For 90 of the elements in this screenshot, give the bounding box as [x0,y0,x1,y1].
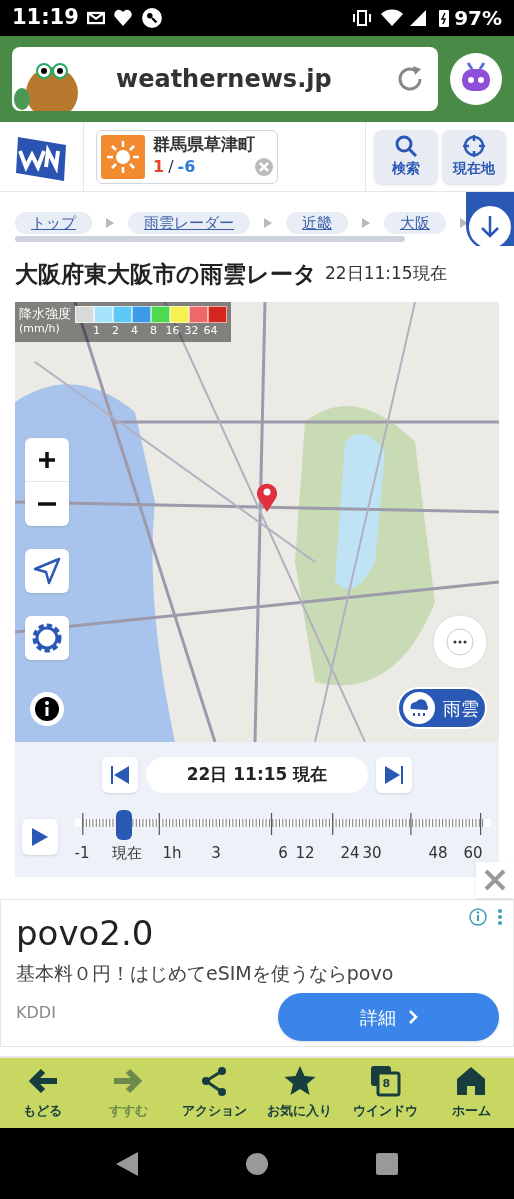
ad-text: 基本料０円！はじめてeSIMを使うならpovo [16,960,395,986]
crosshair-icon [462,134,486,158]
layer-button[interactable]: 雨雲 [397,687,487,729]
plus-icon [38,450,56,469]
low-temperature: -6 [177,156,196,179]
rain-cloud-icon [403,692,435,724]
legend-label: 32 [183,323,200,339]
skip-back-icon [111,766,129,784]
ad-title: povo2.0 [16,912,154,955]
breadcrumb-link[interactable]: 大阪 [384,212,446,234]
toolbar-windows-button[interactable]: 8 ウインドウ [345,1065,426,1121]
search-button[interactable]: 検索 [374,129,438,184]
details-button[interactable]: 詳細 [278,993,499,1041]
breadcrumb-link[interactable]: トップ [15,212,92,234]
clock-time: 11:19 [12,4,79,32]
settings-button[interactable] [25,616,69,660]
navigation-arrow-icon [33,557,61,585]
window-count: 8 [382,1076,391,1093]
recents-square-icon[interactable] [376,1152,398,1175]
chevron-icon [264,218,272,228]
mail-icon [86,9,105,27]
tick-label: 現在 [112,843,142,864]
temperature-separator: / [168,156,174,179]
info-icon[interactable] [30,692,64,726]
minus-icon [38,502,56,506]
down-arrow-icon [467,204,513,246]
legend-unit: (mm/h) [19,322,61,336]
legend-label: 8 [149,323,158,339]
play-icon [32,828,48,846]
map[interactable]: 降水強度 (mm/h) 1 2 4 8 16 32 64 雨雲 [15,302,499,742]
scroll-down-button[interactable] [466,192,514,246]
home-circle-icon[interactable] [246,1152,268,1175]
legend-label: 16 [164,323,181,339]
windows-icon [369,1065,402,1098]
play-button[interactable] [22,819,58,855]
address-bar[interactable]: weathernews.jp [12,47,438,111]
weather-card[interactable]: 群馬県草津町 1 / -6 [96,129,278,184]
wifi-icon [380,8,405,28]
vibrate-icon [352,9,373,27]
toolbar-home-button[interactable]: ホーム [431,1065,512,1121]
legend-label: 64 [202,323,219,339]
tick-label: 60 [463,843,483,864]
skip-forward-icon [385,766,403,784]
more-icon[interactable] [497,908,503,926]
heart-icon [112,8,133,28]
tick-label: 6 [278,843,288,864]
ad-banner[interactable]: povo2.0 基本料０円！はじめてeSIMを使うならpovo KDDI 詳細 [0,899,514,1047]
toolbar-share-button[interactable]: アクション [174,1065,255,1121]
location-name: 群馬県草津町 [153,133,256,156]
locate-button[interactable]: 現在地 [442,129,506,184]
battery-percent: 97% [454,5,502,32]
tick-label: -1 [74,843,90,864]
chevron-icon [362,218,370,228]
location-pin-icon [256,482,278,512]
legend-label: 4 [130,323,139,339]
chevron-icon [106,218,114,228]
first-frame-button[interactable] [102,757,138,793]
back-triangle-icon[interactable] [116,1151,138,1176]
ad-close-button[interactable] [476,862,514,898]
tick-label: 30 [362,843,382,864]
last-frame-button[interactable] [376,757,412,793]
toolbar-star-button[interactable]: お気に入り [259,1065,340,1121]
sun-icon [101,134,145,179]
key-icon [140,7,163,29]
advertiser-name: KDDI [16,1002,56,1024]
search-icon [394,134,418,158]
close-icon [484,869,506,891]
tick-label: 24 [340,843,360,864]
assistant-icon[interactable] [450,53,502,105]
url-text: weathernews.jp [116,64,333,95]
slider-thumb[interactable] [116,810,132,840]
current-time-label: 22日 11:15 現在 [146,757,368,793]
chevron-icon [460,218,468,228]
breadcrumb-link[interactable]: 近畿 [286,212,348,234]
legend-label: 2 [111,323,120,339]
tick-label: 1h [162,843,182,864]
update-time: 22日11:15現在 [325,262,447,286]
tick-label: 48 [428,843,448,864]
high-temperature: 1 [153,156,165,179]
legend-title: 降水強度 [19,306,71,323]
chevron-right-icon [407,1010,418,1024]
toolbar-back-button[interactable]: もどる [2,1065,83,1121]
tick-label: 12 [295,843,315,864]
locate-button[interactable] [25,549,69,593]
home-icon [455,1065,488,1098]
page-title: 大阪府東大阪市の雨雲レータ [15,259,317,289]
tick-label: 3 [211,843,221,864]
breadcrumb-link[interactable]: 雨雲レーダー [128,212,250,234]
legend-label: 1 [92,323,101,339]
battery-icon [438,8,451,28]
